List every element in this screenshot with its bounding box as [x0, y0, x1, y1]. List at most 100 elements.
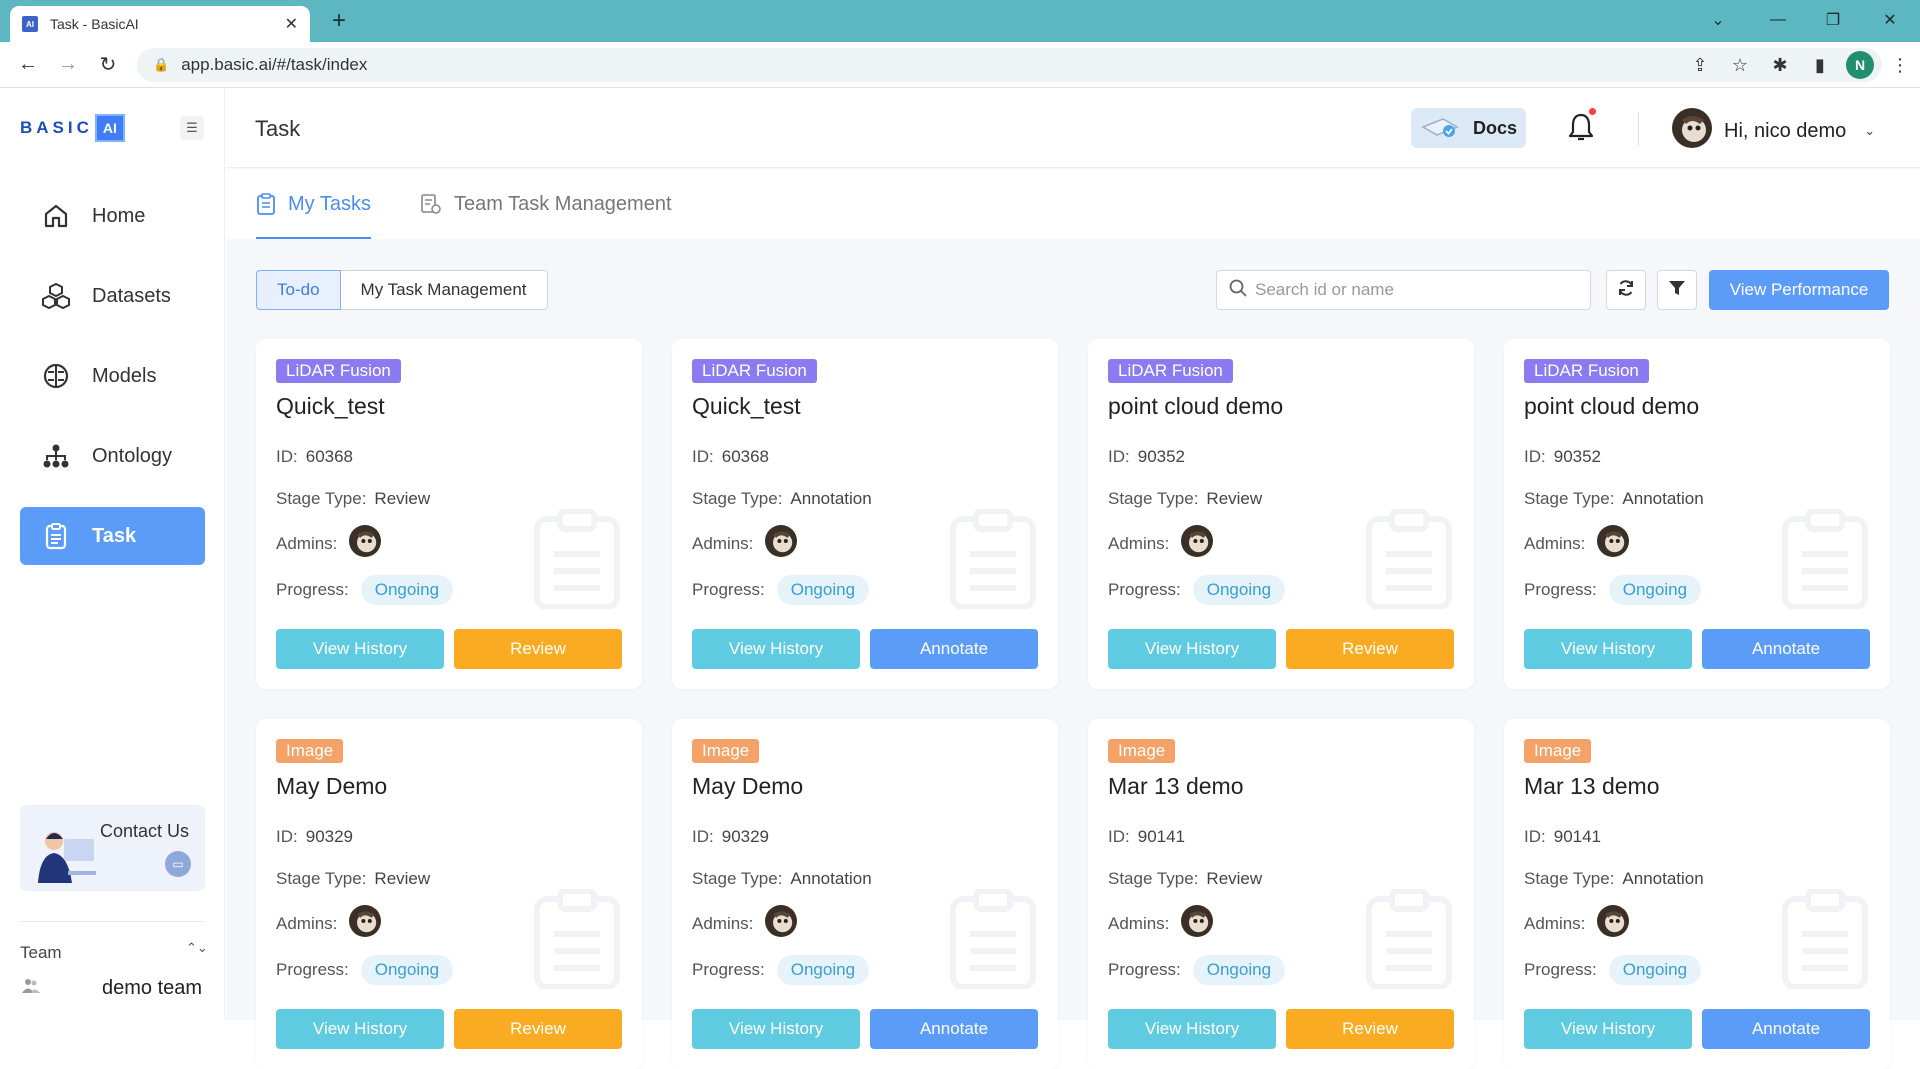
- stage-value: Annotation: [790, 489, 872, 508]
- tab-search-icon[interactable]: ⌄: [1690, 0, 1746, 40]
- notification-dot: [1589, 108, 1596, 115]
- admins-row: Admins:: [692, 525, 798, 562]
- stage-row: Stage Type: Review: [1108, 869, 1262, 889]
- team-switch-icon[interactable]: ⌃⌄: [186, 940, 208, 956]
- browser-tab-title: Task - BasicAI: [50, 16, 139, 32]
- sidebar-item-task[interactable]: Task: [20, 507, 205, 565]
- browser-tab[interactable]: AI Task - BasicAI ✕: [10, 6, 310, 42]
- extensions-icon[interactable]: ✱: [1760, 45, 1800, 85]
- avatar: [1181, 525, 1214, 562]
- id-label: ID:: [692, 827, 714, 846]
- review-button[interactable]: Review: [1286, 1009, 1454, 1049]
- stage-label: Stage Type:: [1524, 869, 1615, 888]
- refresh-button[interactable]: [1606, 270, 1646, 310]
- clipboard-watermark-icon: [1780, 508, 1870, 614]
- menu-kebab-icon[interactable]: ⋮: [1880, 45, 1920, 85]
- progress-label: Progress:: [1108, 960, 1181, 979]
- view-history-button[interactable]: View History: [276, 629, 444, 669]
- search-input[interactable]: [1255, 280, 1575, 300]
- admins-row: Admins:: [1524, 905, 1630, 942]
- view-history-button[interactable]: View History: [276, 1009, 444, 1049]
- new-tab-icon[interactable]: +: [324, 6, 354, 36]
- docs-button[interactable]: Docs: [1411, 108, 1526, 148]
- review-button[interactable]: Review: [454, 1009, 622, 1049]
- tab-team-task-management[interactable]: Team Task Management: [420, 169, 672, 239]
- progress-label: Progress:: [692, 580, 765, 599]
- stage-row: Stage Type: Review: [276, 489, 430, 509]
- notification-bell-icon[interactable]: [1568, 108, 1596, 147]
- contact-us-card[interactable]: Contact Us ▭: [20, 805, 205, 891]
- type-badge: LiDAR Fusion: [1108, 359, 1233, 383]
- back-icon[interactable]: ←: [8, 47, 48, 83]
- team-name[interactable]: demo team: [102, 977, 202, 1000]
- admins-label: Admins:: [1524, 913, 1586, 933]
- view-history-button[interactable]: View History: [1108, 629, 1276, 669]
- collapse-sidebar-icon[interactable]: ☰: [180, 116, 204, 140]
- review-button[interactable]: Review: [1286, 629, 1454, 669]
- bookmark-star-icon[interactable]: ☆: [1720, 45, 1760, 85]
- close-window-icon[interactable]: ✕: [1862, 0, 1918, 40]
- basicai-logo[interactable]: BASIC AI: [20, 114, 125, 142]
- stage-label: Stage Type:: [276, 489, 367, 508]
- admins-label: Admins:: [692, 533, 754, 553]
- side-panel-icon[interactable]: ▮: [1800, 45, 1840, 85]
- annotate-button[interactable]: Annotate: [870, 1009, 1038, 1049]
- url-field[interactable]: 🔒 app.basic.ai/#/task/index: [137, 48, 1882, 82]
- annotate-button[interactable]: Annotate: [1702, 1009, 1870, 1049]
- reload-icon[interactable]: ↻: [88, 47, 128, 83]
- task-id: 90329: [305, 827, 354, 846]
- filter-button[interactable]: [1657, 270, 1697, 310]
- view-history-button[interactable]: View History: [1524, 1009, 1692, 1049]
- status-badge: Ongoing: [776, 575, 870, 605]
- app-header: Task Docs Hi, nico demo ⌄: [226, 88, 1920, 168]
- task-card: LiDAR Fusion Quick_test ID: 60368 Stage T…: [672, 339, 1058, 689]
- sidebar-item-label: Datasets: [92, 284, 171, 307]
- avatar: [765, 905, 798, 942]
- restore-icon[interactable]: ❐: [1805, 0, 1861, 40]
- progress-label: Progress:: [1108, 580, 1181, 599]
- address-bar: ← → ↻ 🔒 app.basic.ai/#/task/index ⇪ ☆ ✱ …: [0, 42, 1920, 88]
- clipboard-watermark-icon: [1364, 888, 1454, 994]
- view-history-button[interactable]: View History: [1108, 1009, 1276, 1049]
- view-history-button[interactable]: View History: [1524, 629, 1692, 669]
- admins-label: Admins:: [276, 913, 338, 933]
- sidebar-item-datasets[interactable]: Datasets: [20, 267, 205, 325]
- share-icon[interactable]: ⇪: [1680, 45, 1720, 85]
- progress-row: Progress: Ongoing: [1524, 575, 1702, 605]
- task-name: Mar 13 demo: [1524, 773, 1660, 799]
- minimize-icon[interactable]: —: [1750, 0, 1806, 40]
- stage-value: Annotation: [1622, 489, 1704, 508]
- view-history-button[interactable]: View History: [692, 1009, 860, 1049]
- clipboard-icon: [40, 522, 72, 550]
- home-icon: [40, 202, 72, 230]
- task-id: 60368: [721, 447, 770, 466]
- annotate-button[interactable]: Annotate: [1702, 629, 1870, 669]
- close-tab-icon[interactable]: ✕: [285, 14, 298, 34]
- stage-value: Review: [374, 869, 431, 888]
- task-card: LiDAR Fusion Quick_test ID: 60368 Stage T…: [256, 339, 642, 689]
- status-badge: Ongoing: [1608, 575, 1702, 605]
- annotate-button[interactable]: Annotate: [870, 629, 1038, 669]
- segment-todo[interactable]: To-do: [256, 270, 341, 310]
- view-history-button[interactable]: View History: [692, 629, 860, 669]
- forward-icon[interactable]: →: [48, 47, 88, 83]
- task-id-row: ID: 60368: [692, 447, 769, 467]
- avatar: [1597, 525, 1630, 562]
- status-badge: Ongoing: [360, 575, 454, 605]
- tab-my-tasks[interactable]: My Tasks: [256, 169, 371, 239]
- review-button[interactable]: Review: [454, 629, 622, 669]
- sidebar-item-models[interactable]: Models: [20, 347, 205, 405]
- sidebar-item-home[interactable]: Home: [20, 187, 205, 245]
- profile-button[interactable]: N: [1840, 45, 1880, 85]
- task-card: Image Mar 13 demo ID: 90141 Stage Type: Re…: [1088, 719, 1474, 1069]
- view-performance-button[interactable]: View Performance: [1709, 270, 1889, 310]
- id-label: ID:: [692, 447, 714, 466]
- docs-book-icon: [1421, 113, 1459, 144]
- status-badge: Ongoing: [1192, 575, 1286, 605]
- user-menu[interactable]: Hi, nico demo ⌄: [1672, 108, 1875, 154]
- sidebar: BASIC AI ☰ Home Datasets Models Ontology…: [0, 88, 225, 1020]
- sidebar-item-ontology[interactable]: Ontology: [20, 427, 205, 485]
- segment-my-task-management[interactable]: My Task Management: [340, 270, 548, 310]
- admins-row: Admins:: [276, 525, 382, 562]
- stage-label: Stage Type:: [276, 869, 367, 888]
